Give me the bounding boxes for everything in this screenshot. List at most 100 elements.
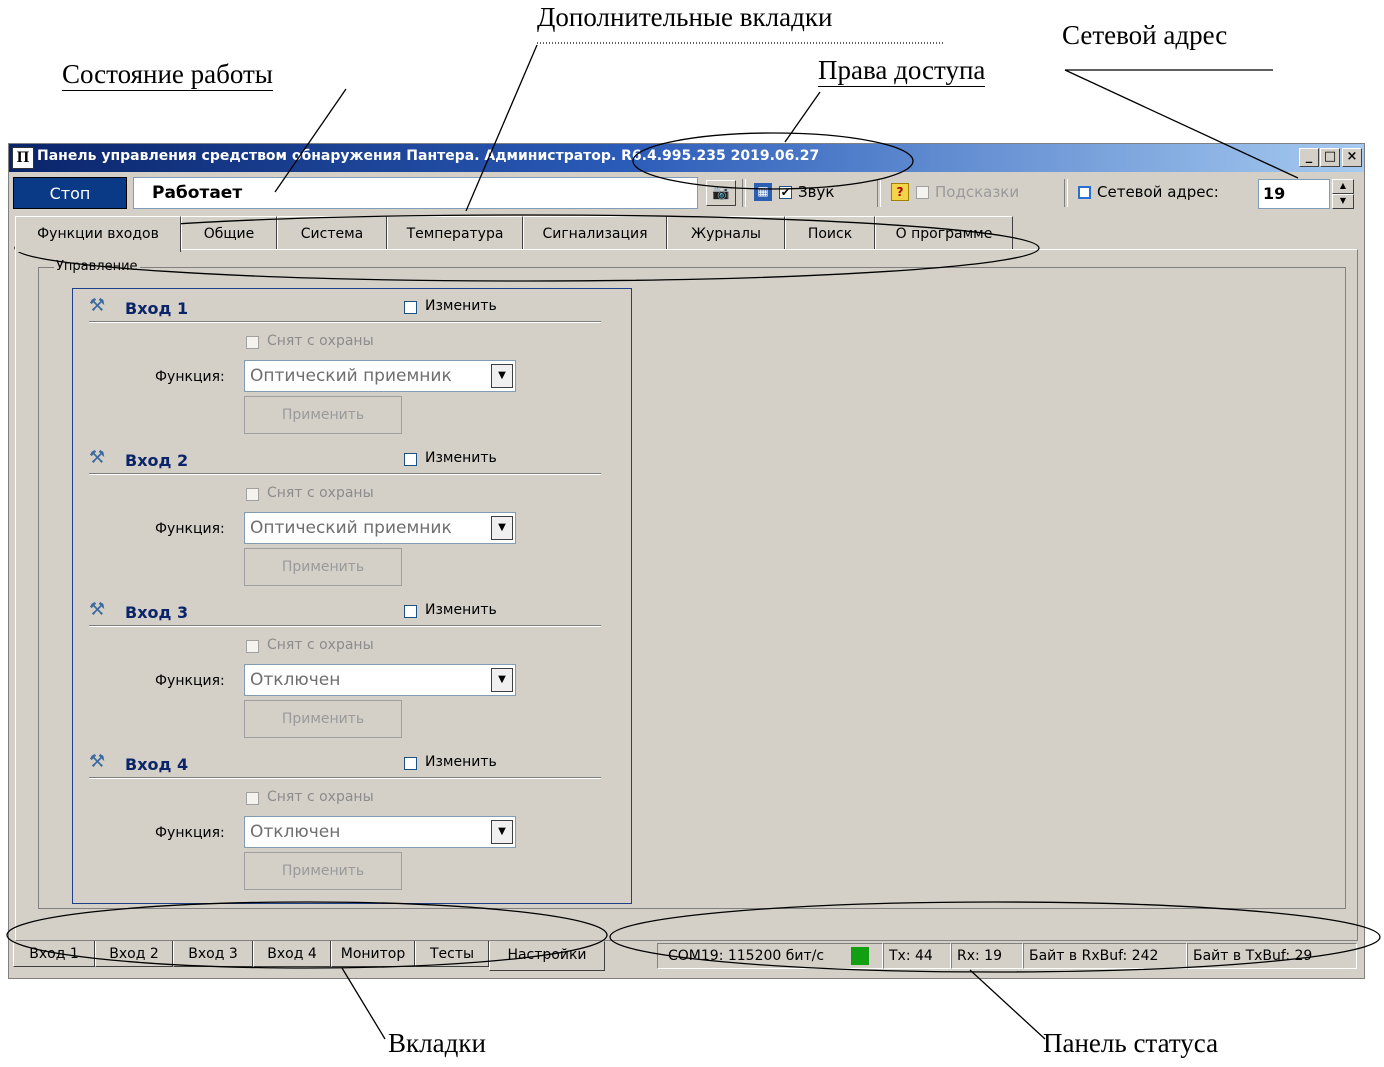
status-port: COM19: 115200 бит/с — [657, 943, 883, 969]
disarmed-checkbox[interactable] — [246, 336, 259, 349]
tab-input-functions[interactable]: Функции входов — [15, 216, 181, 252]
disarmed-label: Снят с охраны — [267, 637, 374, 653]
function-select[interactable]: Оптический приемник ▼ — [244, 512, 516, 544]
annotation-line — [784, 91, 821, 143]
tab-logs[interactable]: Журналы — [667, 216, 785, 250]
chevron-down-icon[interactable]: ▼ — [491, 516, 513, 540]
function-value: Отключен — [250, 822, 341, 842]
annotation-access: Права доступа — [818, 55, 986, 87]
change-checkbox[interactable] — [404, 605, 417, 618]
function-select[interactable]: Отключен ▼ — [244, 664, 516, 696]
disarmed-label: Снят с охраны — [267, 333, 374, 349]
input-title: Вход 2 — [125, 451, 189, 470]
annotation-extra-tabs: Дополнительные вкладки — [537, 2, 833, 32]
tab-input-4[interactable]: Вход 4 — [253, 941, 331, 967]
spin-down-icon[interactable]: ▼ — [1332, 194, 1354, 209]
hints-label: Подсказки — [935, 183, 1020, 201]
status-rx: Rx: 19 — [951, 943, 1023, 969]
change-label: Изменить — [425, 754, 497, 770]
tab-monitor[interactable]: Монитор — [331, 941, 415, 967]
net-address-checkbox[interactable] — [1078, 186, 1091, 199]
wrench-icon: ⚒ — [89, 599, 106, 620]
stop-button[interactable]: Стоп — [13, 177, 127, 209]
chevron-down-icon[interactable]: ▼ — [491, 820, 513, 844]
function-value: Отключен — [250, 670, 341, 690]
function-label: Функция: — [155, 825, 225, 841]
tab-alarm[interactable]: Сигнализация — [523, 216, 667, 250]
apply-button[interactable]: Применить — [244, 548, 402, 586]
change-checkbox[interactable] — [404, 453, 417, 466]
apply-button[interactable]: Применить — [244, 396, 402, 434]
connection-led — [851, 947, 869, 965]
status-rxbuf: Байт в RxBuf: 242 — [1023, 943, 1187, 969]
annotation-line — [969, 969, 1046, 1040]
function-value: Оптический приемник — [250, 518, 452, 538]
change-label: Изменить — [425, 450, 497, 466]
work-state-field: Работает — [133, 177, 698, 209]
group-title: Управление — [54, 259, 140, 274]
sound-checkbox[interactable]: ✔ — [779, 186, 792, 199]
function-select[interactable]: Оптический приемник ▼ — [244, 360, 516, 392]
tab-system[interactable]: Система — [277, 216, 387, 250]
input-separator — [89, 625, 601, 627]
inputs-panel: ⚒ Вход 1 Изменить Снят с охраны Функция:… — [72, 288, 632, 904]
apply-button[interactable]: Применить — [244, 700, 402, 738]
apply-button[interactable]: Применить — [244, 852, 402, 890]
tab-page: Управление ⚒ Вход 1 Изменить Снят с охра… — [15, 249, 1358, 941]
tab-input-1[interactable]: Вход 1 — [13, 941, 95, 967]
camera-icon[interactable]: 📷 — [706, 180, 736, 206]
tab-temperature[interactable]: Температура — [387, 216, 523, 250]
tab-input-2[interactable]: Вход 2 — [95, 941, 173, 967]
annotation-status-panel: Панель статуса — [1043, 1028, 1219, 1058]
maximize-button[interactable]: □ — [1320, 148, 1340, 167]
wrench-icon: ⚒ — [89, 447, 106, 468]
close-button[interactable]: × — [1342, 148, 1362, 167]
function-label: Функция: — [155, 673, 225, 689]
annotation-net-address: Сетевой адрес — [1062, 20, 1228, 50]
input-title: Вход 1 — [125, 299, 189, 318]
tab-search[interactable]: Поиск — [785, 216, 875, 250]
annotation-state: Состояние работы — [62, 59, 273, 91]
input-separator — [89, 777, 601, 779]
app-window: П Панель управления средством обнаружени… — [8, 143, 1365, 979]
chevron-down-icon[interactable]: ▼ — [491, 364, 513, 388]
app-logo-icon: П — [12, 147, 34, 169]
disarmed-checkbox[interactable] — [246, 488, 259, 501]
spin-up-icon[interactable]: ▲ — [1332, 179, 1354, 194]
disarmed-label: Снят с охраны — [267, 485, 374, 501]
function-value: Оптический приемник — [250, 366, 452, 386]
net-address-label: Сетевой адрес: — [1097, 183, 1219, 201]
toolbar-separator — [742, 179, 746, 207]
toolbar-separator — [877, 179, 881, 207]
hints-checkbox[interactable] — [916, 186, 929, 199]
change-label: Изменить — [425, 298, 497, 314]
chevron-down-icon[interactable]: ▼ — [491, 668, 513, 692]
help-icon: ? — [891, 183, 909, 201]
change-label: Изменить — [425, 602, 497, 618]
disarmed-label: Снят с охраны — [267, 789, 374, 805]
function-label: Функция: — [155, 521, 225, 537]
status-tx: Tx: 44 — [883, 943, 951, 969]
change-checkbox[interactable] — [404, 757, 417, 770]
tab-about[interactable]: О программе — [875, 216, 1013, 250]
net-address-spinner[interactable]: ▲ ▼ — [1332, 179, 1354, 209]
sound-icon: ▦ — [754, 183, 772, 201]
function-select[interactable]: Отключен ▼ — [244, 816, 516, 848]
input-title: Вход 4 — [125, 755, 189, 774]
status-txbuf: Байт в TxBuf: 29 — [1187, 943, 1357, 969]
disarmed-checkbox[interactable] — [246, 792, 259, 805]
tab-settings[interactable]: Настройки — [489, 941, 605, 971]
annotation-tabs: Вкладки — [388, 1028, 486, 1058]
input-title: Вход 3 — [125, 603, 189, 622]
minimize-button[interactable]: _ — [1299, 148, 1319, 167]
disarmed-checkbox[interactable] — [246, 640, 259, 653]
net-address-input[interactable]: 19 — [1258, 179, 1330, 209]
sound-label: Звук — [798, 183, 835, 201]
tab-input-3[interactable]: Вход 3 — [173, 941, 253, 967]
change-checkbox[interactable] — [404, 301, 417, 314]
title-bar: П Панель управления средством обнаружени… — [9, 144, 1364, 172]
wrench-icon: ⚒ — [89, 751, 106, 772]
tab-general[interactable]: Общие — [181, 216, 277, 250]
toolbar-separator — [1064, 179, 1068, 207]
tab-tests[interactable]: Тесты — [415, 941, 489, 967]
